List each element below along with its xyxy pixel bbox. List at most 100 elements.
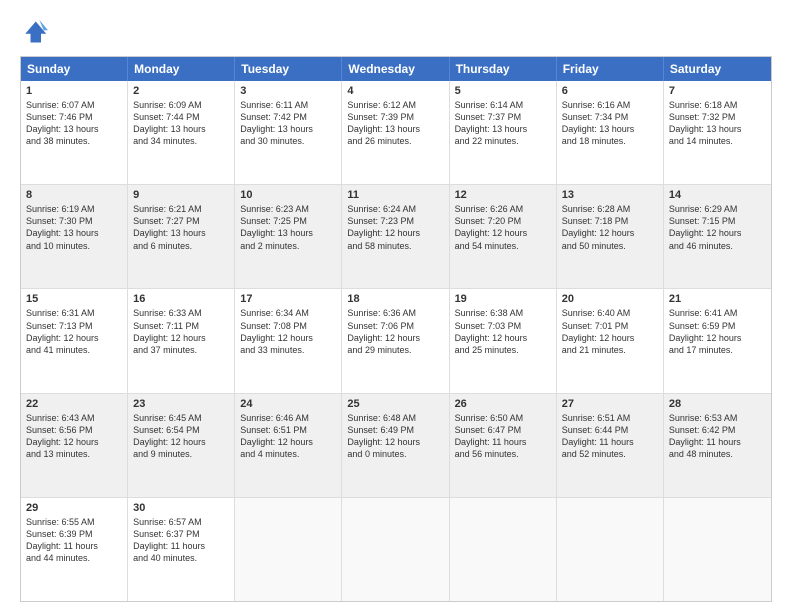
day-number: 14 [669, 189, 766, 201]
calendar-cell-4: 4Sunrise: 6:12 AM Sunset: 7:39 PM Daylig… [342, 81, 449, 184]
day-number: 28 [669, 398, 766, 410]
calendar-header: SundayMondayTuesdayWednesdayThursdayFrid… [21, 57, 771, 81]
day-number: 23 [133, 398, 229, 410]
calendar-cell-11: 11Sunrise: 6:24 AM Sunset: 7:23 PM Dayli… [342, 185, 449, 288]
day-number: 1 [26, 85, 122, 97]
calendar-body: 1 Sunrise: 6:07 AM Sunset: 7:46 PM Daylig… [21, 81, 771, 601]
cell-info: Sunrise: 6:38 AM Sunset: 7:03 PM Dayligh… [455, 307, 551, 356]
cell-info: Sunrise: 6:07 AM Sunset: 7:46 PM Dayligh… [26, 99, 122, 148]
calendar-cell-7: 7 Sunrise: 6:18 AM Sunset: 7:32 PM Daylig… [664, 81, 771, 184]
calendar-row-0: 1 Sunrise: 6:07 AM Sunset: 7:46 PM Daylig… [21, 81, 771, 184]
logo [20, 18, 52, 46]
calendar-cell-22: 22 Sunrise: 6:43 AM Sunset: 6:56 PM Dayli… [21, 394, 128, 497]
day-number: 27 [562, 398, 658, 410]
day-number: 11 [347, 189, 443, 201]
calendar-cell-17: 17 Sunrise: 6:34 AM Sunset: 7:08 PM Dayli… [235, 289, 342, 392]
weekday-header-friday: Friday [557, 57, 664, 81]
calendar-cell-5: 5 Sunrise: 6:14 AM Sunset: 7:37 PM Daylig… [450, 81, 557, 184]
calendar-cell-12: 12 Sunrise: 6:26 AM Sunset: 7:20 PM Dayli… [450, 185, 557, 288]
cell-info: Sunrise: 6:18 AM Sunset: 7:32 PM Dayligh… [669, 99, 766, 148]
weekday-header-saturday: Saturday [664, 57, 771, 81]
cell-info: Sunrise: 6:11 AM Sunset: 7:42 PM Dayligh… [240, 99, 336, 148]
calendar-row-1: 8 Sunrise: 6:19 AM Sunset: 7:30 PM Daylig… [21, 184, 771, 288]
cell-info: Sunrise: 6:09 AM Sunset: 7:44 PM Dayligh… [133, 99, 229, 148]
cell-info: Sunrise: 6:51 AM Sunset: 6:44 PM Dayligh… [562, 412, 658, 461]
day-number: 6 [562, 85, 658, 97]
day-number: 15 [26, 293, 122, 305]
calendar-cell-8: 8 Sunrise: 6:19 AM Sunset: 7:30 PM Daylig… [21, 185, 128, 288]
calendar-cell-21: 21 Sunrise: 6:41 AM Sunset: 6:59 PM Dayli… [664, 289, 771, 392]
day-number: 9 [133, 189, 229, 201]
cell-info: Sunrise: 6:33 AM Sunset: 7:11 PM Dayligh… [133, 307, 229, 356]
day-number: 12 [455, 189, 551, 201]
weekday-header-thursday: Thursday [450, 57, 557, 81]
day-number: 7 [669, 85, 766, 97]
calendar-row-2: 15 Sunrise: 6:31 AM Sunset: 7:13 PM Dayli… [21, 288, 771, 392]
calendar-cell-3: 3 Sunrise: 6:11 AM Sunset: 7:42 PM Daylig… [235, 81, 342, 184]
calendar-cell-30: 30 Sunrise: 6:57 AM Sunset: 6:37 PM Dayli… [128, 498, 235, 601]
cell-info: Sunrise: 6:43 AM Sunset: 6:56 PM Dayligh… [26, 412, 122, 461]
weekday-header-wednesday: Wednesday [342, 57, 449, 81]
calendar-cell-20: 20Sunrise: 6:40 AM Sunset: 7:01 PM Dayli… [557, 289, 664, 392]
weekday-header-tuesday: Tuesday [235, 57, 342, 81]
day-number: 30 [133, 502, 229, 514]
weekday-header-monday: Monday [128, 57, 235, 81]
calendar-cell-25: 25 Sunrise: 6:48 AM Sunset: 6:49 PM Dayli… [342, 394, 449, 497]
cell-info: Sunrise: 6:50 AM Sunset: 6:47 PM Dayligh… [455, 412, 551, 461]
calendar-cell-18: 18 Sunrise: 6:36 AM Sunset: 7:06 PM Dayli… [342, 289, 449, 392]
day-number: 10 [240, 189, 336, 201]
cell-info: Sunrise: 6:45 AM Sunset: 6:54 PM Dayligh… [133, 412, 229, 461]
calendar-cell-empty-4-6 [664, 498, 771, 601]
day-number: 17 [240, 293, 336, 305]
day-number: 26 [455, 398, 551, 410]
logo-icon [20, 18, 48, 46]
calendar-cell-19: 19Sunrise: 6:38 AM Sunset: 7:03 PM Dayli… [450, 289, 557, 392]
cell-info: Sunrise: 6:48 AM Sunset: 6:49 PM Dayligh… [347, 412, 443, 461]
cell-info: Sunrise: 6:40 AM Sunset: 7:01 PM Dayligh… [562, 307, 658, 356]
calendar-cell-2: 2Sunrise: 6:09 AM Sunset: 7:44 PM Daylig… [128, 81, 235, 184]
calendar-cell-29: 29 Sunrise: 6:55 AM Sunset: 6:39 PM Dayli… [21, 498, 128, 601]
cell-info: Sunrise: 6:28 AM Sunset: 7:18 PM Dayligh… [562, 203, 658, 252]
day-number: 8 [26, 189, 122, 201]
cell-info: Sunrise: 6:41 AM Sunset: 6:59 PM Dayligh… [669, 307, 766, 356]
day-number: 13 [562, 189, 658, 201]
cell-info: Sunrise: 6:23 AM Sunset: 7:25 PM Dayligh… [240, 203, 336, 252]
calendar-cell-13: 13 Sunrise: 6:28 AM Sunset: 7:18 PM Dayli… [557, 185, 664, 288]
cell-info: Sunrise: 6:16 AM Sunset: 7:34 PM Dayligh… [562, 99, 658, 148]
cell-info: Sunrise: 6:29 AM Sunset: 7:15 PM Dayligh… [669, 203, 766, 252]
cell-info: Sunrise: 6:36 AM Sunset: 7:06 PM Dayligh… [347, 307, 443, 356]
calendar-cell-6: 6 Sunrise: 6:16 AM Sunset: 7:34 PM Daylig… [557, 81, 664, 184]
calendar-cell-15: 15 Sunrise: 6:31 AM Sunset: 7:13 PM Dayli… [21, 289, 128, 392]
weekday-header-sunday: Sunday [21, 57, 128, 81]
cell-info: Sunrise: 6:31 AM Sunset: 7:13 PM Dayligh… [26, 307, 122, 356]
cell-info: Sunrise: 6:26 AM Sunset: 7:20 PM Dayligh… [455, 203, 551, 252]
calendar-cell-9: 9 Sunrise: 6:21 AM Sunset: 7:27 PM Daylig… [128, 185, 235, 288]
cell-info: Sunrise: 6:53 AM Sunset: 6:42 PM Dayligh… [669, 412, 766, 461]
calendar-cell-empty-4-2 [235, 498, 342, 601]
cell-info: Sunrise: 6:46 AM Sunset: 6:51 PM Dayligh… [240, 412, 336, 461]
day-number: 25 [347, 398, 443, 410]
day-number: 5 [455, 85, 551, 97]
page-header [20, 18, 772, 46]
calendar-cell-1: 1 Sunrise: 6:07 AM Sunset: 7:46 PM Daylig… [21, 81, 128, 184]
calendar-cell-16: 16 Sunrise: 6:33 AM Sunset: 7:11 PM Dayli… [128, 289, 235, 392]
cell-info: Sunrise: 6:21 AM Sunset: 7:27 PM Dayligh… [133, 203, 229, 252]
calendar-row-3: 22 Sunrise: 6:43 AM Sunset: 6:56 PM Dayli… [21, 393, 771, 497]
calendar-cell-28: 28 Sunrise: 6:53 AM Sunset: 6:42 PM Dayli… [664, 394, 771, 497]
calendar-cell-26: 26 Sunrise: 6:50 AM Sunset: 6:47 PM Dayli… [450, 394, 557, 497]
day-number: 3 [240, 85, 336, 97]
calendar-cell-23: 23 Sunrise: 6:45 AM Sunset: 6:54 PM Dayli… [128, 394, 235, 497]
cell-info: Sunrise: 6:34 AM Sunset: 7:08 PM Dayligh… [240, 307, 336, 356]
cell-info: Sunrise: 6:14 AM Sunset: 7:37 PM Dayligh… [455, 99, 551, 148]
day-number: 21 [669, 293, 766, 305]
calendar: SundayMondayTuesdayWednesdayThursdayFrid… [20, 56, 772, 602]
day-number: 22 [26, 398, 122, 410]
calendar-row-4: 29 Sunrise: 6:55 AM Sunset: 6:39 PM Dayli… [21, 497, 771, 601]
day-number: 16 [133, 293, 229, 305]
day-number: 29 [26, 502, 122, 514]
cell-info: Sunrise: 6:19 AM Sunset: 7:30 PM Dayligh… [26, 203, 122, 252]
cell-info: Sunrise: 6:55 AM Sunset: 6:39 PM Dayligh… [26, 516, 122, 565]
cell-info: Sunrise: 6:57 AM Sunset: 6:37 PM Dayligh… [133, 516, 229, 565]
day-number: 18 [347, 293, 443, 305]
day-number: 4 [347, 85, 443, 97]
